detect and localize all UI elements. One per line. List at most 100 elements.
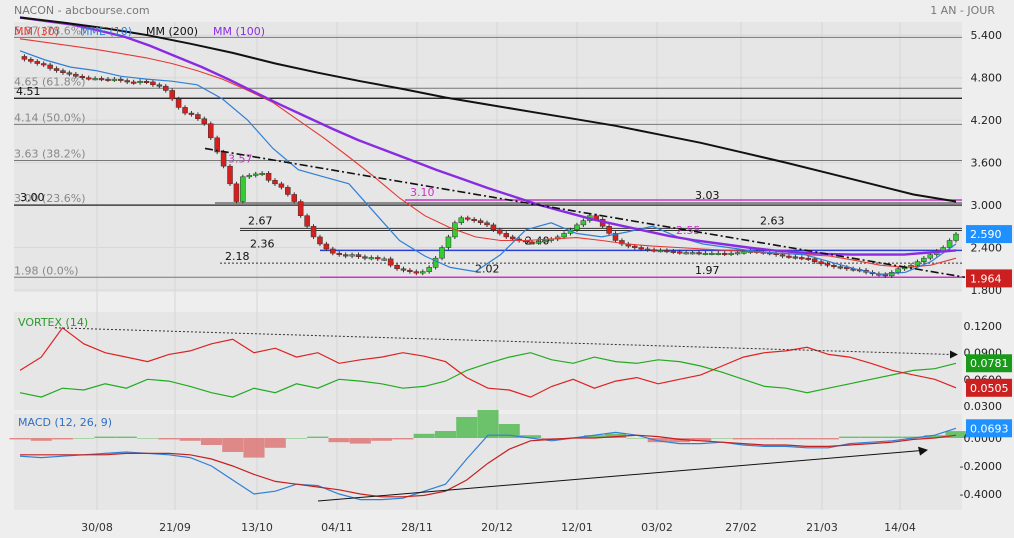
macd-histogram-bar (73, 438, 95, 439)
candle-up (734, 252, 741, 255)
candle-down (47, 64, 53, 69)
candle-down (291, 194, 298, 202)
candle-up (368, 257, 375, 260)
candle-up (953, 233, 959, 241)
candle-down (638, 247, 644, 250)
candle-up (657, 250, 664, 253)
macd-title: MACD (12, 26, 9) (18, 416, 112, 429)
candle-down (233, 183, 240, 202)
candle-up (946, 240, 953, 248)
candle-up (921, 257, 927, 262)
candle-down (464, 217, 471, 220)
candle-down (336, 252, 342, 255)
level-label: 3.10 (410, 186, 435, 199)
candle-down (201, 118, 208, 124)
macd-histogram-bar (711, 438, 733, 439)
candle-up (111, 78, 118, 81)
x-tick-label: 03/02 (641, 521, 673, 534)
candle-down (150, 81, 156, 86)
candle-up (709, 252, 715, 255)
support-value: 1.964 (970, 272, 1002, 285)
candle-down (407, 269, 413, 272)
x-tick-label: 13/10 (241, 521, 273, 534)
macd-histogram-bar (775, 438, 797, 440)
fib-label: 4.14 (50.0%) (14, 111, 86, 124)
macd-histogram-bar (349, 438, 371, 444)
macd-histogram-bar (115, 436, 137, 438)
x-tick-label: 21/03 (806, 521, 838, 534)
x-tick-label: 14/04 (884, 521, 916, 534)
candle-down (304, 215, 310, 227)
level-label: 2.63 (760, 214, 785, 227)
vortex-tick-label: 0.0300 (964, 400, 1003, 413)
candle-down (265, 172, 272, 181)
legend-mm100[interactable]: MM (100) (213, 25, 265, 38)
candle-up (252, 173, 259, 176)
candle-up (927, 254, 934, 259)
candle-down (721, 252, 728, 255)
macd-histogram-bar (243, 438, 265, 458)
x-tick-label: 30/08 (81, 521, 113, 534)
candle-down (670, 250, 677, 253)
macd-histogram-bar (732, 438, 754, 440)
candle-down (220, 151, 227, 167)
level-label: 1.97 (695, 264, 720, 277)
candle-down (175, 98, 182, 108)
vortex-panel (14, 312, 962, 410)
macd-histogram-bar (328, 438, 350, 443)
macd-histogram-bar (371, 438, 393, 441)
macd-histogram-bar (200, 438, 222, 445)
y-tick-label: 4.800 (971, 72, 1003, 85)
candle-up (349, 254, 355, 257)
level-label: 3.03 (695, 189, 720, 202)
candle-down (143, 80, 150, 83)
macd-histogram-bar (222, 438, 244, 452)
period-label: 1 AN - JOUR (930, 4, 995, 17)
candle-up (445, 236, 452, 248)
level-label: 2.36 (250, 237, 275, 250)
candle-down (529, 241, 535, 244)
candle-up (137, 80, 143, 83)
candle-down (60, 70, 66, 73)
candle-down (792, 256, 799, 259)
y-tick-label: 5.400 (971, 29, 1003, 42)
vortex-tick-label: 0.1200 (964, 320, 1003, 333)
candle-up (574, 224, 580, 231)
candle-up (561, 233, 567, 238)
candle-up (426, 267, 432, 272)
macd-histogram-bar (860, 436, 882, 438)
vortex-minus-value: 0.0505 (970, 382, 1009, 395)
legend-mm30[interactable]: MM (30) (14, 25, 59, 38)
candle-down (118, 78, 124, 81)
candle-down (375, 257, 381, 260)
candle-down (34, 61, 41, 64)
candle-down (163, 85, 169, 91)
candle-down (124, 80, 130, 83)
macd-histogram-bar (796, 438, 818, 440)
candle-up (702, 252, 709, 255)
legend-mme10[interactable]: MME (10) (80, 25, 132, 38)
candle-down (400, 268, 407, 271)
macd-histogram-bar (817, 438, 839, 440)
price-panel (14, 22, 962, 292)
macd-tick-label: -0.4000 (960, 488, 1002, 501)
candle-down (632, 245, 638, 248)
candle-down (272, 180, 278, 185)
candle-down (676, 251, 683, 254)
candle-down (40, 63, 47, 66)
candle-down (477, 220, 484, 224)
candle-down (285, 187, 291, 195)
candle-up (458, 217, 465, 224)
macd-value: 0.0693 (970, 422, 1009, 435)
macd-histogram-bar (9, 438, 31, 440)
legend-mm200[interactable]: MM (200) (146, 25, 198, 38)
x-tick-label: 21/09 (159, 521, 191, 534)
macd-histogram-bar (477, 410, 499, 438)
candle-down (696, 252, 702, 255)
stock-chart: 5.37 (78.6%)4.65 (61.8%)4.14 (50.0%)3.63… (0, 0, 1014, 538)
candle-up (259, 172, 265, 175)
y-tick-label: 4.200 (971, 114, 1003, 127)
candle-down (484, 222, 490, 226)
macd-histogram-bar (392, 438, 414, 440)
candle-down (362, 256, 368, 259)
